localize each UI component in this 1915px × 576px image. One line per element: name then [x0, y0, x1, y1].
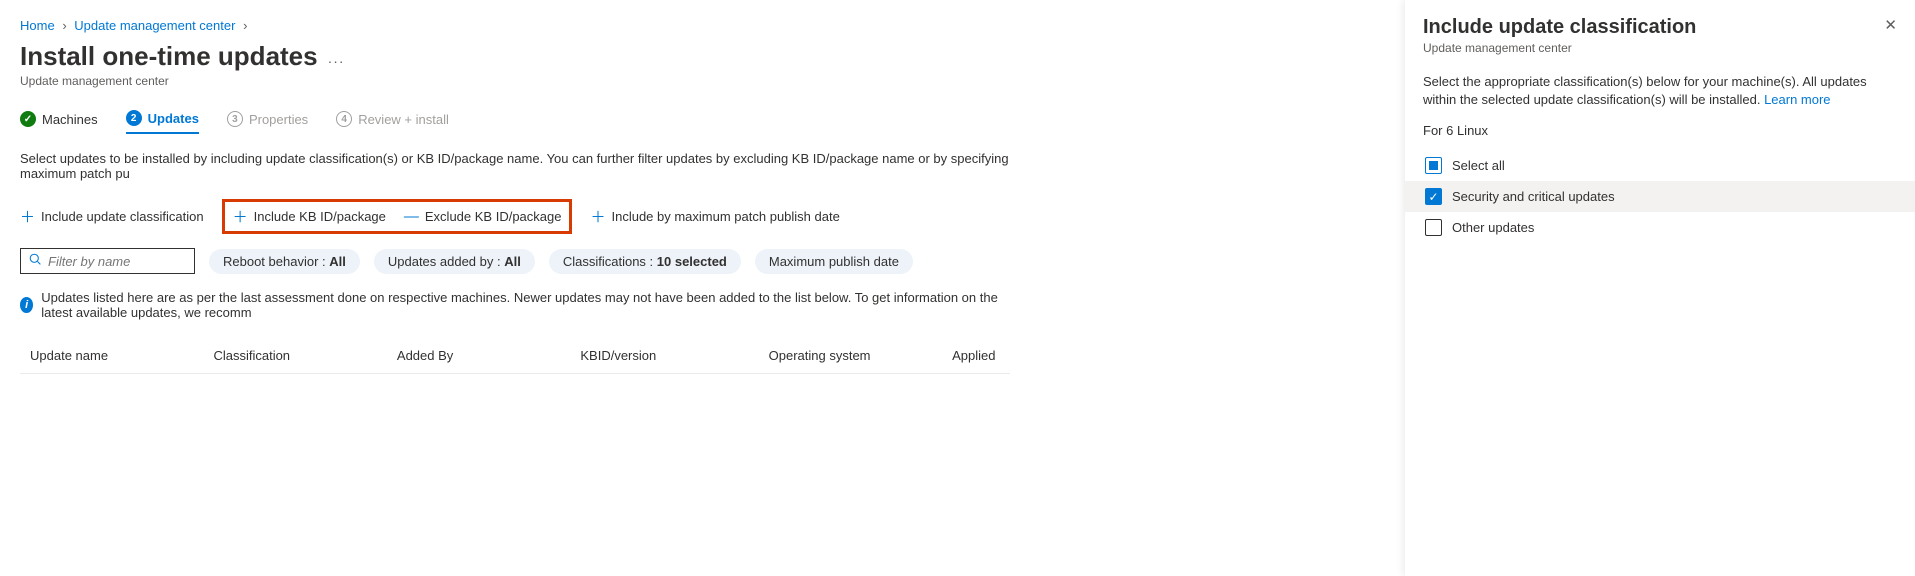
action-label: Include by maximum patch publish date	[611, 209, 839, 224]
checkbox-other-updates[interactable]: Other updates	[1423, 212, 1897, 243]
col-added-by[interactable]: Added By	[397, 348, 580, 363]
wizard-tabs: ✓ Machines 2 Updates 3 Properties 4 Revi…	[20, 110, 1010, 135]
action-label: Include KB ID/package	[254, 209, 386, 224]
breadcrumb: Home › Update management center ›	[20, 18, 1010, 33]
col-kbid-version[interactable]: KBID/version	[580, 348, 768, 363]
chevron-right-icon: ›	[62, 18, 66, 33]
info-text: Updates listed here are as per the last …	[41, 290, 1010, 320]
tab-label: Properties	[249, 112, 308, 127]
minus-icon: —	[404, 208, 419, 225]
include-classification-button[interactable]: ＋ Include update classification	[20, 206, 204, 227]
close-icon[interactable]: ✕	[1884, 16, 1897, 34]
col-operating-system[interactable]: Operating system	[769, 348, 952, 363]
chevron-right-icon: ›	[243, 18, 247, 33]
breadcrumb-home[interactable]: Home	[20, 18, 55, 33]
filter-row: Reboot behavior : All Updates added by :…	[20, 248, 1010, 274]
checkbox-select-all[interactable]: Select all	[1423, 150, 1897, 181]
intro-text: Select updates to be installed by includ…	[20, 151, 1010, 181]
page-subtitle: Update management center	[20, 74, 1010, 88]
include-kb-button[interactable]: ＋ Include KB ID/package	[233, 206, 386, 227]
panel-description: Select the appropriate classification(s)…	[1423, 73, 1897, 109]
tab-label: Updates	[148, 111, 199, 126]
tab-label: Review + install	[358, 112, 449, 127]
step-number-icon: 3	[227, 111, 243, 127]
tab-updates[interactable]: 2 Updates	[126, 110, 199, 134]
exclude-kb-button[interactable]: — Exclude KB ID/package	[404, 206, 562, 227]
action-label: Exclude KB ID/package	[425, 209, 562, 224]
step-number-icon: 2	[126, 110, 142, 126]
checkbox-empty-icon	[1425, 219, 1442, 236]
checkbox-security-critical[interactable]: ✓ Security and critical updates	[1405, 181, 1915, 212]
breadcrumb-parent[interactable]: Update management center	[74, 18, 235, 33]
action-bar: ＋ Include update classification ＋ Includ…	[20, 199, 1010, 234]
include-max-date-button[interactable]: ＋ Include by maximum patch publish date	[590, 206, 839, 227]
panel-title: Include update classification	[1423, 16, 1696, 39]
tab-label: Machines	[42, 112, 98, 127]
plus-icon: ＋	[20, 206, 35, 227]
pill-max-publish-date[interactable]: Maximum publish date	[755, 249, 913, 274]
info-icon: i	[20, 297, 33, 313]
pill-reboot-behavior[interactable]: Reboot behavior : All	[209, 249, 360, 274]
panel-for-label: For 6 Linux	[1423, 123, 1897, 138]
checkbox-label: Select all	[1452, 158, 1505, 173]
pill-updates-added-by[interactable]: Updates added by : All	[374, 249, 535, 274]
checkbox-label: Security and critical updates	[1452, 189, 1615, 204]
search-icon	[29, 253, 42, 269]
checkbox-indeterminate-icon	[1425, 157, 1442, 174]
plus-icon: ＋	[590, 206, 605, 227]
plus-icon: ＋	[233, 206, 248, 227]
col-classification[interactable]: Classification	[213, 348, 396, 363]
info-banner: i Updates listed here are as per the las…	[20, 290, 1010, 320]
panel-subtitle: Update management center	[1423, 41, 1897, 55]
more-icon[interactable]: ···	[328, 53, 345, 69]
table-header: Update name Classification Added By KBID…	[20, 338, 1010, 374]
filter-search[interactable]	[20, 248, 195, 274]
col-applied[interactable]: Applied	[952, 348, 1010, 363]
learn-more-link[interactable]: Learn more	[1764, 92, 1830, 107]
tab-machines[interactable]: ✓ Machines	[20, 110, 98, 134]
checkbox-label: Other updates	[1452, 220, 1534, 235]
side-panel: Include update classification ✕ Update m…	[1405, 0, 1915, 576]
tab-properties[interactable]: 3 Properties	[227, 110, 308, 134]
action-label: Include update classification	[41, 209, 204, 224]
checkbox-checked-icon: ✓	[1425, 188, 1442, 205]
filter-input[interactable]	[48, 254, 186, 269]
step-number-icon: 4	[336, 111, 352, 127]
highlighted-actions: ＋ Include KB ID/package — Exclude KB ID/…	[222, 199, 573, 234]
check-icon: ✓	[20, 111, 36, 127]
col-update-name[interactable]: Update name	[30, 348, 213, 363]
tab-review-install[interactable]: 4 Review + install	[336, 110, 449, 134]
page-title: Install one-time updates	[20, 41, 318, 72]
pill-classifications[interactable]: Classifications : 10 selected	[549, 249, 741, 274]
